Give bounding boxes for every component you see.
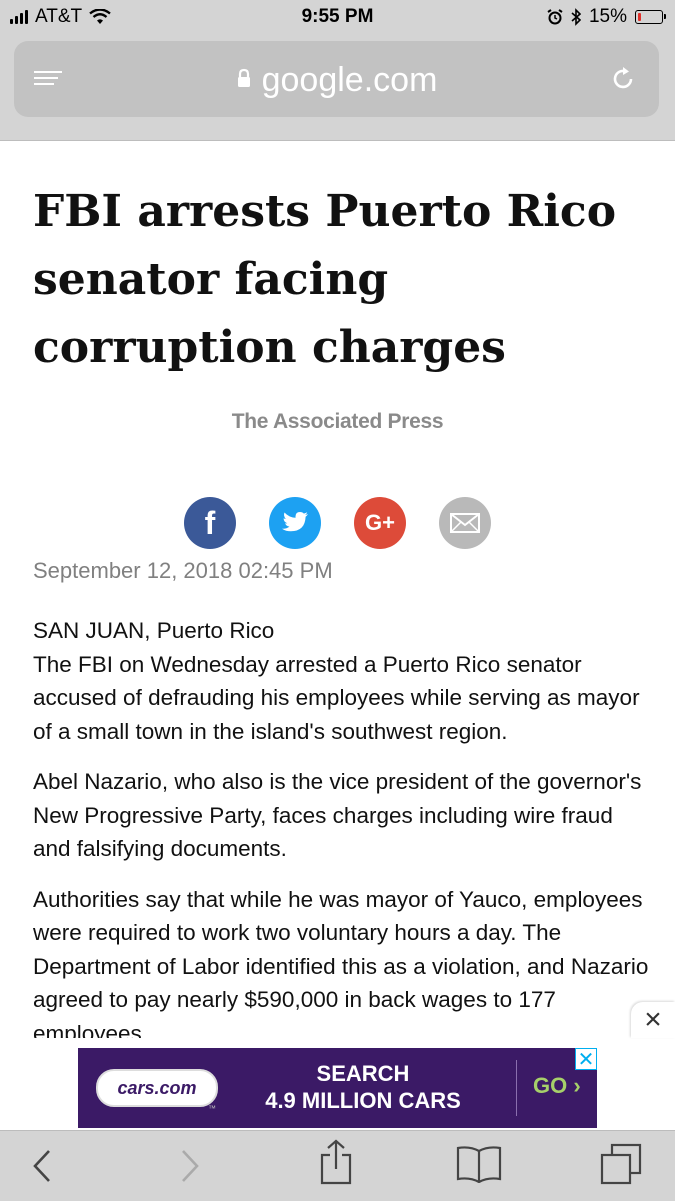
email-icon (450, 513, 480, 533)
ad-choices-close-icon[interactable]: ✕ (575, 1048, 597, 1071)
browser-toolbar (0, 1130, 675, 1201)
ad-dismiss-button[interactable]: × (631, 1002, 675, 1038)
battery-fill (638, 13, 641, 21)
bluetooth-icon (571, 8, 581, 26)
article-headline: FBI arrests Puerto Rico senator facing c… (33, 186, 617, 373)
ad-go-button[interactable]: GO › (533, 1073, 581, 1099)
battery-percent: 15% (588, 6, 627, 27)
close-icon: × (644, 1003, 662, 1036)
ad-banner[interactable]: cars.com ™ SEARCH 4.9 MILLION CARS GO › … (78, 1048, 597, 1128)
forward-icon[interactable] (180, 1149, 200, 1183)
article-byline[interactable]: The Associated Press (0, 410, 675, 434)
article-location: SAN JUAN, Puerto Rico (33, 618, 275, 643)
ad-line-1: SEARCH (316, 1061, 410, 1086)
facebook-share-button[interactable]: f (184, 497, 236, 549)
ad-text: SEARCH 4.9 MILLION CARS (248, 1060, 478, 1114)
battery-icon (635, 10, 666, 24)
reload-icon[interactable] (609, 65, 637, 93)
browser-header: google.com (0, 40, 675, 141)
ad-trademark: ™ (208, 1104, 216, 1113)
facebook-icon: f (204, 504, 216, 541)
status-right: 15% (547, 6, 666, 28)
share-icon[interactable] (318, 1139, 354, 1185)
url-bar[interactable]: google.com (14, 41, 659, 117)
tabs-icon[interactable] (600, 1143, 642, 1185)
bookmarks-icon[interactable] (456, 1145, 502, 1183)
article-date: September 12, 2018 02:45 PM (33, 558, 333, 583)
article-paragraph: Abel Nazario, who also is the vice presi… (33, 769, 642, 861)
back-icon[interactable] (32, 1149, 52, 1183)
ad-line-2: 4.9 MILLION CARS (265, 1088, 461, 1113)
twitter-share-button[interactable] (269, 497, 321, 549)
share-buttons: f G+ (184, 497, 491, 549)
status-bar: AT&T 9:55 PM 15% (0, 0, 675, 40)
url-display[interactable]: google.com (14, 61, 659, 100)
url-text: google.com (261, 61, 438, 99)
google-plus-icon: G+ (365, 510, 395, 535)
article-body: SAN JUAN, Puerto Rico The FBI on Wednesd… (33, 614, 653, 1067)
twitter-icon (282, 512, 308, 532)
article-paragraph: The FBI on Wednesday arrested a Puerto R… (33, 651, 640, 744)
article-paragraph: Authorities say that while he was mayor … (33, 886, 649, 1046)
cars-com-logo: cars.com (96, 1069, 218, 1107)
google-plus-share-button[interactable]: G+ (354, 497, 406, 549)
email-share-button[interactable] (439, 497, 491, 549)
ad-divider (516, 1060, 517, 1116)
lock-icon (237, 68, 250, 88)
alarm-icon (547, 9, 563, 25)
